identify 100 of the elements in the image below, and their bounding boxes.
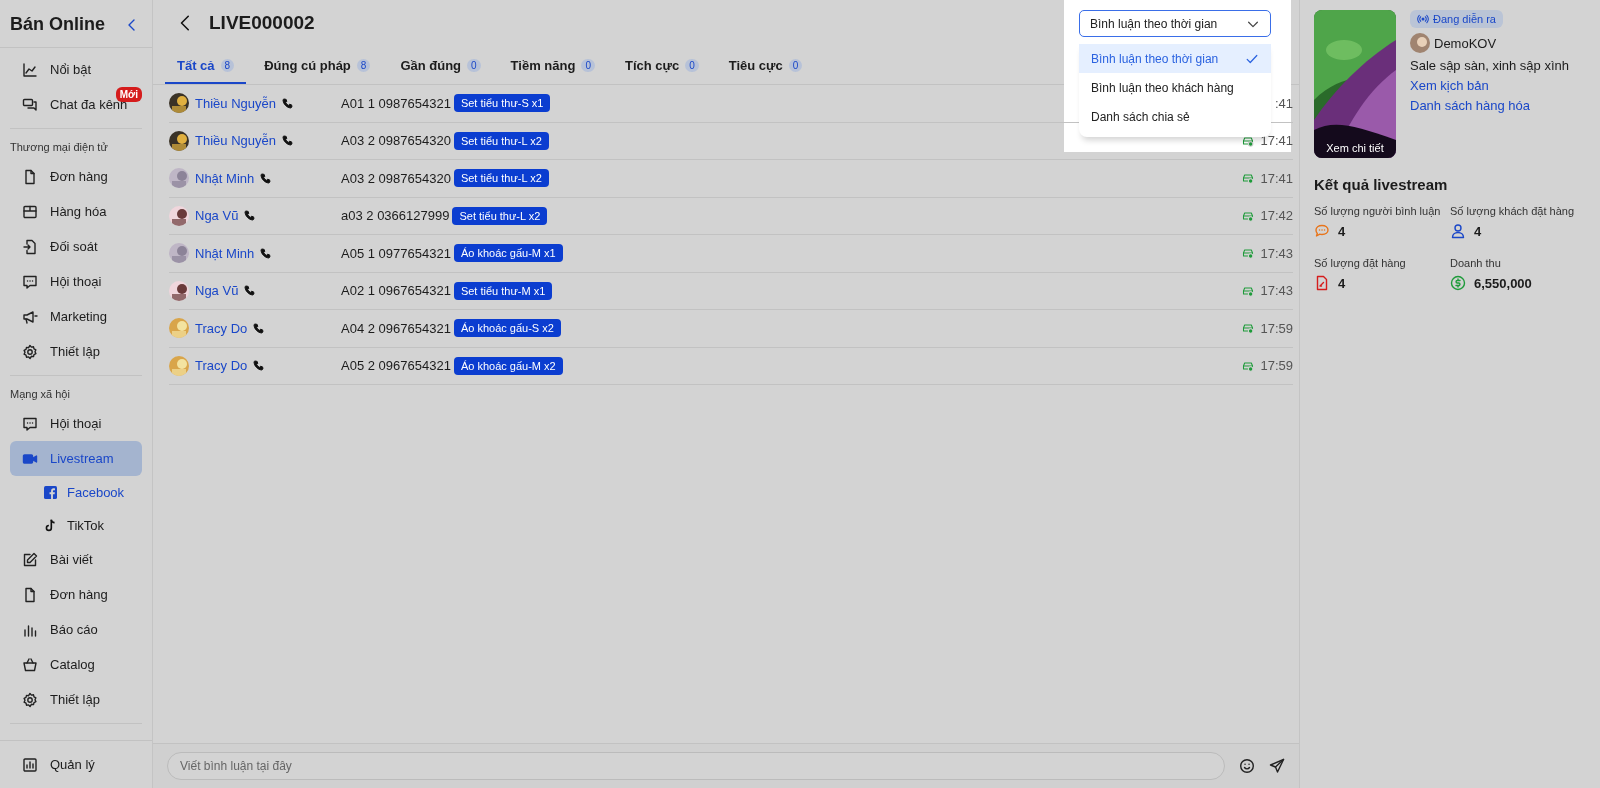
phone-icon [244,210,256,222]
sidebar-item[interactable]: Bài viết [10,542,142,577]
sidebar-subitem[interactable]: TikTok [10,509,142,542]
basket-icon [22,656,38,673]
product-tag: Set tiểu thư-L x2 [452,206,548,225]
customer-name[interactable]: Tracy Do [195,320,248,336]
new-badge: Mới [115,87,142,102]
dropdown-option[interactable]: Bình luận theo thời gian [1079,44,1271,73]
count-badge: 0 [581,59,595,72]
comment-input[interactable]: Viết bình luận tại đây [167,752,1225,780]
dropdown-option[interactable]: Bình luận theo khách hàng [1079,73,1271,102]
message-icon [22,273,38,290]
live-status-badge: Đang diễn ra [1410,10,1503,28]
sidebar-item[interactable]: Thiết lập [10,682,142,717]
app-title: Bán Online [10,14,105,35]
tab[interactable]: Tiêu cực 0 [716,50,815,84]
host-avatar [1410,33,1430,53]
car-check-icon [1242,247,1255,260]
comment-time: 17:59 [1260,358,1293,374]
tab[interactable]: Đúng cú pháp 8 [252,50,383,84]
car-check-icon [1242,284,1255,297]
stat-label: Doanh thu [1450,257,1502,269]
sidebar-item[interactable]: Thiết lập [10,334,142,369]
tab[interactable]: Tiềm năng 0 [498,50,607,84]
stat-label: Số lượng người bình luận [1314,205,1442,217]
stat-value: 4 [1338,275,1346,291]
sidebar-item[interactable]: Hàng hóa [10,194,142,229]
stat-value: 4 [1338,223,1346,239]
gear-icon [22,691,38,708]
document-pen-icon [1314,275,1330,291]
dropdown-option[interactable]: Danh sách chia sẻ [1079,102,1271,131]
tab[interactable]: Tích cực 0 [612,50,711,84]
product-tag: Set tiểu thư-L x2 [453,131,549,150]
document-icon [22,586,38,603]
facebook-icon [44,486,57,499]
sidebar-item[interactable]: Nổi bật [10,52,142,87]
chat-bubble-icon [1314,223,1330,239]
emoji-icon [1239,758,1255,774]
customer-name[interactable]: Tracy Do [195,358,248,374]
stat-value: 4 [1474,223,1482,239]
sidebar-subitem[interactable]: Facebook [10,476,142,509]
link[interactable]: Danh sách hàng hóa [1410,98,1530,113]
tab[interactable]: Gần đúng 0 [388,50,493,84]
sidebar-item[interactable]: Chat đa kênh Mới [10,87,142,122]
box-icon [22,203,38,220]
comment-time: 17:41 [1260,170,1293,186]
phone-icon [244,285,256,297]
chat-bubbles-icon [22,96,38,113]
section-heading: Mạng xã hội [10,387,71,402]
car-check-icon [1242,172,1255,185]
car-check-icon [1242,134,1255,147]
message-icon [22,415,38,432]
tab[interactable]: Tất cả 8 [165,50,247,84]
sidebar-item[interactable]: Marketing [10,299,142,334]
count-badge: 8 [220,59,235,72]
comment-text: A02 1 0967654321 [341,283,451,299]
phone-icon [260,172,272,184]
document-arrow-icon [22,238,38,255]
broadcast-icon [1417,13,1429,25]
sort-select[interactable]: Bình luận theo thời gian [1079,10,1271,37]
phone-icon [253,322,265,334]
comment-text: A04 2 0967654321 [341,320,451,336]
document-icon [22,168,38,185]
sidebar-item[interactable]: Hội thoại [10,264,142,299]
comment-time: :41 [1274,95,1293,111]
count-badge: 8 [356,59,371,72]
car-check-icon [1242,209,1255,222]
product-tag: Set tiểu thư-M x1 [453,281,553,300]
customer-name[interactable]: Nga Vũ [195,208,239,224]
customer-name[interactable]: Nhật Minh [195,245,255,261]
megaphone-icon [22,308,38,325]
sidebar-item[interactable]: Đơn hàng [10,159,142,194]
car-check-icon [1242,322,1255,335]
count-badge: 0 [788,59,803,72]
report-icon [22,756,38,773]
page-title: LIVE000002 [209,12,315,34]
comment-time: 17:41 [1260,133,1293,149]
sidebar-item[interactable]: Hội thoại [10,406,142,441]
sidebar-item[interactable]: Đối soát [10,229,142,264]
link[interactable]: Xem kịch bản [1410,78,1489,93]
comment-text: A03 2 0987654320 [341,170,451,186]
phone-icon [281,135,293,147]
comment-text: A05 2 0967654321 [341,358,451,374]
product-tag: Áo khoác gấu-M x1 [453,244,563,263]
dollar-coin-icon [1450,275,1466,291]
product-tag: Áo khoác gấu-S x2 [453,319,561,338]
sidebar-item[interactable]: Đơn hàng [10,577,142,612]
comment-time: 17:43 [1260,283,1293,299]
livestream-title: Sale sập sàn, xinh sập xình [1410,58,1569,73]
chart-icon [22,61,38,78]
sidebar-item[interactable]: Livestream [10,441,142,476]
customer-name[interactable]: Thiều Nguyễn [195,133,276,149]
customer-name[interactable]: Nhật Minh [195,170,255,186]
comment-text: A01 1 0987654321 [341,95,451,111]
customer-name[interactable]: Thiều Nguyễn [195,95,276,111]
count-badge: 0 [467,59,481,72]
sidebar-item[interactable]: Catalog [10,647,142,682]
sidebar-item[interactable]: Báo cáo [10,612,142,647]
sidebar-item[interactable]: Quản lý [10,747,142,782]
customer-name[interactable]: Nga Vũ [195,283,239,299]
